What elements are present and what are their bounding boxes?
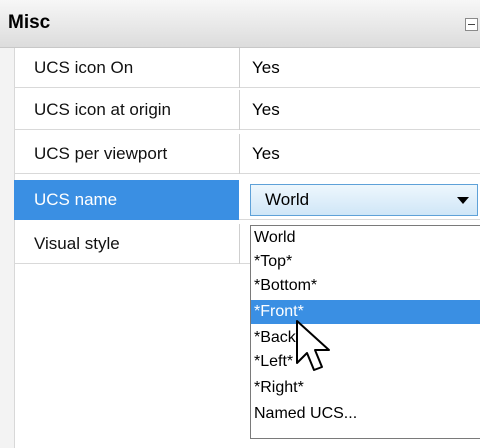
dropdown-option-named-ucs[interactable]: Named UCS... (251, 402, 480, 426)
properties-panel: Misc UCS icon On Yes UCS icon at origin … (0, 0, 480, 448)
dropdown-option-right[interactable]: *Right* (251, 376, 480, 400)
dropdown-option-bottom[interactable]: *Bottom* (251, 274, 480, 298)
property-name: UCS per viewport (34, 144, 168, 163)
property-value[interactable]: Yes (252, 58, 280, 78)
column-divider (239, 90, 240, 130)
column-divider (239, 224, 240, 264)
category-header-misc[interactable]: Misc (0, 0, 480, 48)
chevron-down-icon[interactable] (457, 197, 469, 204)
property-name: UCS icon at origin (34, 100, 172, 119)
left-gutter (0, 0, 15, 448)
property-row-ucs-icon-at-origin[interactable]: UCS icon at origin Yes (14, 90, 480, 130)
dropdown-option-world[interactable]: World (251, 226, 480, 250)
dropdown-option-left[interactable]: *Left* (251, 350, 480, 374)
property-name: UCS icon On (34, 58, 134, 77)
property-row-ucs-name[interactable]: UCS name World (14, 180, 480, 220)
property-row-ucs-icon-on[interactable]: UCS icon On Yes (14, 48, 480, 88)
property-value[interactable]: Yes (252, 100, 280, 120)
ucs-name-dropdown-list[interactable]: World *Top* *Bottom* *Front* *Back* *Lef… (250, 225, 480, 439)
property-row-ucs-per-viewport[interactable]: UCS per viewport Yes (14, 134, 480, 174)
property-value[interactable]: Yes (252, 144, 280, 164)
column-divider (239, 134, 240, 174)
column-divider (239, 48, 240, 88)
category-title: Misc (8, 12, 51, 33)
ucs-name-dropdown[interactable]: World (250, 184, 478, 216)
dropdown-value: World (265, 190, 310, 209)
dropdown-option-front[interactable]: *Front* (251, 300, 480, 324)
dropdown-option-top[interactable]: *Top* (251, 250, 480, 274)
dropdown-option-back[interactable]: *Back* (251, 326, 480, 350)
property-name: Visual style (34, 234, 120, 253)
arrow-cursor-icon (296, 320, 330, 371)
property-name: UCS name (34, 190, 118, 209)
collapse-icon[interactable] (465, 18, 478, 31)
